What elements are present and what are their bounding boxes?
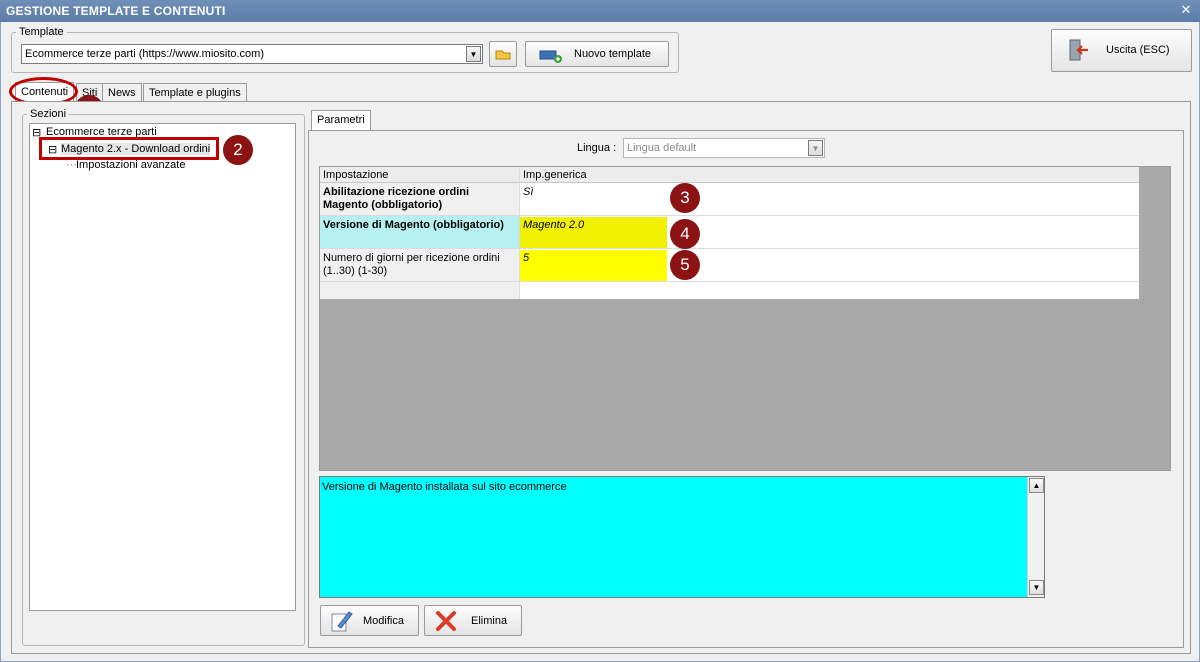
template-select[interactable]: Ecommerce terze parti (https://www.miosi… xyxy=(21,44,483,64)
grid-row-name[interactable]: Abilitazione ricezione ordini Magento (o… xyxy=(320,184,516,214)
exit-button[interactable]: Uscita (ESC) xyxy=(1051,29,1192,72)
marker-5: 5 xyxy=(670,250,700,280)
exit-door-icon xyxy=(1069,39,1088,61)
edit-pencil-icon xyxy=(331,611,353,632)
chevron-down-icon[interactable]: ▼ xyxy=(808,140,823,156)
marker-4: 4 xyxy=(670,219,700,249)
grid-row-name[interactable]: Numero di giorni per ricezione ordini (1… xyxy=(320,250,516,280)
delete-label: Elimina xyxy=(471,615,508,627)
marker-3: 3 xyxy=(670,183,700,213)
scroll-up-icon[interactable]: ▲ xyxy=(1029,478,1044,493)
grid-line xyxy=(320,248,1139,249)
grid-row-name[interactable]: Versione di Magento (obbligatorio) xyxy=(320,217,516,234)
grid-line xyxy=(320,215,1139,216)
edit-button[interactable]: Modifica xyxy=(320,605,419,636)
new-template-button[interactable]: Nuovo template xyxy=(525,41,669,67)
sections-tree xyxy=(29,123,296,611)
language-select-value: Lingua default xyxy=(627,142,697,154)
close-icon[interactable]: ✕ xyxy=(1178,2,1194,18)
grid-row-header-cell xyxy=(320,282,519,299)
tab-parametri[interactable]: Parametri xyxy=(311,110,371,131)
grid-value-highlight xyxy=(520,250,667,281)
template-select-value: Ecommerce terze parti (https://www.miosi… xyxy=(25,48,265,60)
open-template-button[interactable] xyxy=(489,41,517,67)
exit-label: Uscita (ESC) xyxy=(1106,44,1170,56)
tree-item-impostazioni[interactable]: Impostazioni avanzate xyxy=(76,159,185,171)
description-scrollbar[interactable]: ▲ ▼ xyxy=(1027,477,1044,597)
template-group-label: Template xyxy=(16,26,67,38)
grid-row-value[interactable]: 5 xyxy=(520,250,532,267)
grid-header-value: Imp.generica xyxy=(523,169,587,181)
grid-row-value[interactable]: Sì xyxy=(520,184,536,201)
add-template-icon xyxy=(539,50,562,63)
highlight-rect xyxy=(39,137,219,160)
chevron-down-icon[interactable]: ▼ xyxy=(466,46,481,62)
tab-news[interactable]: News xyxy=(102,83,142,103)
language-label: Lingua : xyxy=(577,142,617,154)
language-select[interactable]: Lingua default ▼ xyxy=(623,138,825,158)
grid-row-value[interactable]: Magento 2.0 xyxy=(520,217,587,234)
sections-label: Sezioni xyxy=(27,108,70,120)
description-text: Versione di Magento installata sul sito … xyxy=(322,481,567,493)
description-box[interactable]: Versione di Magento installata sul sito … xyxy=(319,476,1045,598)
marker-2: 2 xyxy=(223,135,253,165)
tab-template-plugins[interactable]: Template e plugins xyxy=(143,83,247,103)
grid-header-setting: Impostazione xyxy=(323,169,389,181)
grid-header xyxy=(320,167,1139,183)
edit-label: Modifica xyxy=(363,615,404,627)
new-template-label: Nuovo template xyxy=(574,48,652,60)
delete-button[interactable]: Elimina xyxy=(424,605,522,636)
grid-line xyxy=(320,281,1139,282)
folder-icon xyxy=(495,50,511,60)
window-title: GESTIONE TEMPLATE E CONTENUTI xyxy=(0,0,1200,22)
scroll-down-icon[interactable]: ▼ xyxy=(1029,580,1044,595)
delete-x-icon xyxy=(436,611,456,631)
